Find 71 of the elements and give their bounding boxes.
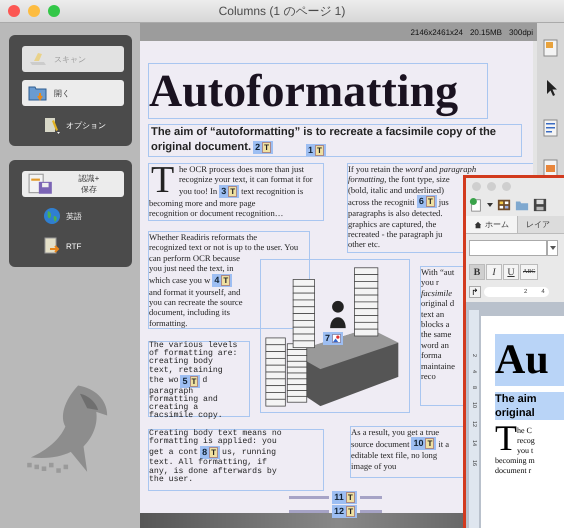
image-info-text: 2146x2461x24 <box>410 28 463 36</box>
drop-cap: T <box>495 422 517 454</box>
text-line: the same <box>421 329 452 340</box>
text-line: the wo <box>149 377 178 386</box>
text-line: creating a <box>149 404 198 412</box>
text-line: paragraph <box>149 388 194 396</box>
text-line: document r <box>495 466 532 476</box>
text-line: formatting and <box>149 396 218 404</box>
text-line: d <box>202 377 208 386</box>
text-line: you just need the text, in <box>149 263 234 274</box>
text-line: Creating body text means no <box>149 430 282 438</box>
text-line: facsimile <box>421 288 452 298</box>
text-line: With “aut <box>421 267 454 278</box>
text-line: As a result, you get a true <box>351 427 440 438</box>
text-line: across the recogniti <box>348 196 415 207</box>
text-line: creating body <box>149 358 213 366</box>
text-line: blocks a <box>421 319 450 330</box>
text-line: any, is done afterwards by <box>149 468 277 476</box>
text-line: text an <box>421 308 444 320</box>
text-line: original d <box>421 298 454 309</box>
image-info-text: 20.15MB <box>470 28 502 36</box>
text-line: document, including its <box>149 307 230 318</box>
text-line: formatting. <box>149 318 188 328</box>
text-line: If you retain the word and paragraph <box>348 164 476 174</box>
text-line: image of you <box>351 460 396 472</box>
text-line: graphics are captured, the <box>348 218 436 230</box>
text-line: text. All formatting, if <box>149 459 267 468</box>
text-line: you t <box>516 446 534 456</box>
text-line: other etc. <box>348 239 380 250</box>
text-line: recognize your text, it can format it for <box>179 174 313 185</box>
selected-heading: Au <box>495 334 564 386</box>
window-title: Columns (1 のページ 1) <box>218 2 346 20</box>
drop-cap: T <box>151 164 174 196</box>
text-line: the user. <box>149 476 194 484</box>
page-heading: Autoformatting <box>149 64 458 118</box>
text-line: word an <box>421 340 449 350</box>
image-info-text: 300dpi <box>508 28 533 36</box>
text-line: us, running <box>222 448 276 457</box>
text-line: recreated - the paragraph ju <box>348 229 442 240</box>
text-line: recognized text or not is up to the user. You <box>149 242 298 253</box>
text-line: jus <box>438 196 449 207</box>
text-line: he C <box>516 426 533 436</box>
text-line: text recognition is <box>241 186 304 197</box>
text-line: recognition or document recognition… <box>149 208 284 219</box>
text-line: The various levels <box>149 342 238 350</box>
text-line: formatting is applied: you <box>149 438 277 446</box>
text-line: Whether Readiris reformats the <box>149 232 258 242</box>
text-line: forma <box>421 350 442 361</box>
selected-subheading: The aim original <box>495 392 564 420</box>
text-line: maintaine <box>421 360 455 372</box>
text-line: original document. <box>151 140 252 155</box>
text-line: you r <box>421 277 439 288</box>
text-line: formatting, the font type, size <box>348 174 450 185</box>
text-line: becoming m <box>495 456 536 466</box>
text-line: editable text file, no long <box>351 450 438 461</box>
text-line: becoming more and more page <box>149 198 256 208</box>
text-line: and format it yourself, and <box>149 286 240 298</box>
text-line: which case you w <box>149 274 210 286</box>
text-line: you too! In <box>179 186 218 197</box>
text-line: source document <box>351 438 410 450</box>
text-line: text, retaining <box>149 366 223 375</box>
text-line: it a <box>438 438 450 450</box>
text-line: you can recreate the source <box>149 297 243 308</box>
text-line: of formatting are: <box>149 350 238 358</box>
text-line: (bold, italic and underlined) <box>348 184 444 196</box>
text-line: reco <box>421 371 436 382</box>
text-line: recog <box>516 436 536 446</box>
text-line: he OCR process does more than just <box>179 164 304 174</box>
text-line: paragraphs is also detected. <box>348 208 442 219</box>
text-line: can perform OCR because <box>149 252 240 264</box>
text-line: get a cont <box>149 448 198 457</box>
